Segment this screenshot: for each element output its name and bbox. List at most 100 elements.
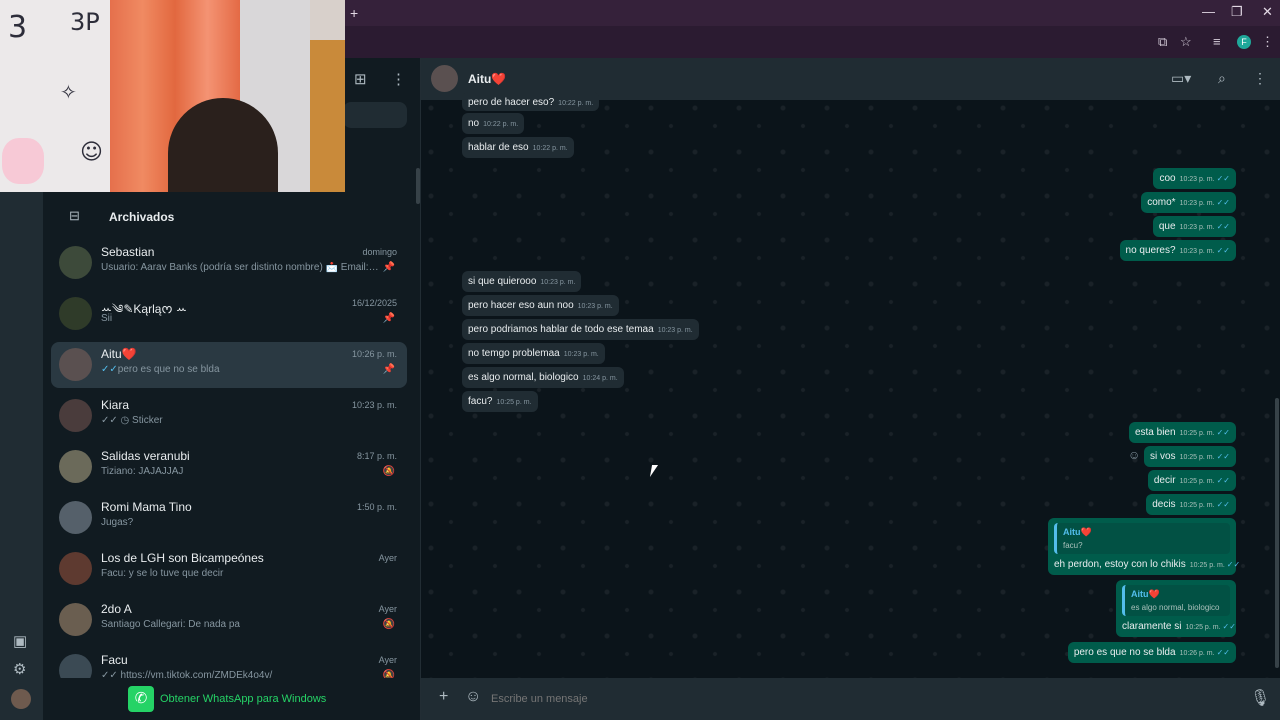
restore-button[interactable]: ❐	[1231, 4, 1243, 20]
message-text: no temgo problemaa	[468, 348, 560, 359]
chat-item-salidas-veranubi[interactable]: Salidas veranubi 8:17 p. m. Tiziano: JAJ…	[51, 444, 407, 490]
message-input[interactable]	[489, 688, 1233, 710]
pin-icon: 📌	[382, 364, 395, 375]
reaction-emoji-icon[interactable]: ☺	[1128, 448, 1140, 462]
get-app-label[interactable]: Obtener WhatsApp para Windows	[160, 693, 326, 705]
message-outgoing[interactable]: no queres? 10:23 p. m. ✓✓	[1119, 240, 1236, 261]
browser-menu-icon[interactable]: ⋮	[1261, 34, 1274, 50]
webcam-doodle: ✧	[60, 80, 77, 104]
contact-name[interactable]: Aitu❤️	[468, 72, 506, 86]
close-button[interactable]: ✕	[1262, 4, 1273, 20]
message-time: 10:25 p. m.	[1179, 478, 1215, 485]
message-outgoing-reply[interactable]: Aitu❤️ facu? eh perdon, estoy con lo chik…	[1048, 518, 1240, 575]
profile-avatar[interactable]: F	[1237, 35, 1251, 49]
message-outgoing-reply[interactable]: Aitu❤️ es algo normal, biologico claramen…	[1116, 580, 1236, 637]
avatar	[59, 450, 92, 483]
read-ticks-icon: ✓✓	[1216, 500, 1230, 509]
read-ticks-icon: ✓✓	[1216, 222, 1230, 231]
menu-icon[interactable]: ⋮	[1253, 70, 1267, 87]
quoted-message[interactable]: Aitu❤️ es algo normal, biologico	[1122, 585, 1230, 616]
attach-icon[interactable]: +	[439, 688, 448, 706]
chat-name: Kiara	[101, 398, 130, 412]
chat-time: 16/12/2025	[351, 298, 397, 308]
message-incoming[interactable]: pero hacer eso aun noo 10:23 p. m.	[462, 295, 619, 316]
read-ticks-icon: ✓✓	[1216, 648, 1230, 657]
new-chat-icon[interactable]: ⊞	[354, 70, 367, 88]
chat-item-romi-mama-tino[interactable]: Romi Mama Tino 1:50 p. m. Jugas?	[51, 495, 407, 541]
media-control-icon[interactable]: ≡	[1213, 34, 1221, 49]
message-time: 10:23 p. m.	[1179, 248, 1215, 255]
message-outgoing[interactable]: coo 10:23 p. m. ✓✓	[1153, 168, 1236, 189]
message-time: 10:23 p. m.	[540, 279, 576, 286]
sticker-icon[interactable]: ☺	[465, 688, 481, 706]
mute-icon: 🔕	[382, 466, 395, 477]
message-incoming[interactable]: hablar de eso 10:22 p. m.	[462, 137, 574, 158]
message-time: 10:25 p. m.	[1179, 454, 1215, 461]
chat-item-karla[interactable]: ꕀ༄✎Kąrląᰔ ꕀ 16/12/2025 Sii 📌	[51, 291, 407, 337]
chat-preview: ✓✓ ◷ Sticker	[101, 415, 163, 426]
archived-row[interactable]: ⊟ Archivados	[51, 204, 411, 230]
gallery-icon[interactable]: ▣	[13, 632, 27, 650]
mic-icon[interactable]: 🎙	[1250, 688, 1270, 708]
read-ticks-icon: ✓✓	[1222, 622, 1236, 631]
message-outgoing[interactable]: decis 10:25 p. m. ✓✓	[1146, 494, 1236, 515]
message-text: no queres?	[1125, 245, 1176, 256]
chat-item-aitu[interactable]: Aitu❤️ 10:26 p. m. ✓✓pero es que no se b…	[51, 342, 407, 388]
message-outgoing[interactable]: si vos 10:25 p. m. ✓✓	[1144, 446, 1236, 467]
message-text: decis	[1152, 499, 1176, 510]
chat-preview-text: pero es que no se blda	[117, 364, 220, 375]
message-outgoing[interactable]: esta bien 10:25 p. m. ✓✓	[1128, 422, 1236, 443]
minimize-button[interactable]: —	[1202, 4, 1215, 19]
message-incoming[interactable]: no 10:22 p. m.	[462, 113, 525, 134]
read-ticks-icon: ✓✓	[1216, 476, 1230, 485]
chat-name: Sebastian	[101, 245, 155, 259]
message-incoming[interactable]: pero de hacer eso? 10:22 p. m.	[462, 92, 600, 111]
message-incoming[interactable]: es algo normal, biologico 10:24 p. m.	[462, 367, 624, 388]
search-icon[interactable]: ⌕	[1218, 70, 1226, 87]
new-tab-button[interactable]: +	[350, 5, 358, 21]
message-time: 10:23 p. m.	[657, 327, 693, 334]
message-outgoing[interactable]: decir 10:25 p. m. ✓✓	[1147, 470, 1236, 491]
settings-icon[interactable]: ⚙	[13, 660, 26, 678]
browser-toolbar: ⧉ ☆ ≡ ⋮	[345, 26, 1280, 58]
chat-name: Romi Mama Tino	[101, 500, 192, 514]
message-outgoing[interactable]: que 10:23 p. m. ✓✓	[1152, 216, 1236, 237]
message-outgoing[interactable]: pero es que no se blda 10:26 p. m. ✓✓	[1067, 642, 1236, 663]
chat-item-kiara[interactable]: Kiara 10:23 p. m. ✓✓ ◷ Sticker	[51, 393, 407, 439]
bookmark-star-icon[interactable]: ☆	[1180, 34, 1192, 50]
contact-avatar[interactable]	[431, 65, 458, 92]
install-app-icon[interactable]: ⧉	[1158, 34, 1167, 50]
chat-time: 10:23 p. m.	[351, 400, 397, 410]
menu-icon[interactable]: ⋮	[391, 70, 406, 88]
message-incoming[interactable]: pero podriamos hablar de todo ese temaa 1…	[462, 319, 699, 340]
message-text: si que quierooo	[468, 276, 537, 287]
webcam-doodle: 3	[8, 10, 28, 45]
message-text: esta bien	[1134, 427, 1176, 438]
scrollbar[interactable]	[416, 168, 420, 204]
video-call-icon[interactable]: ▭▾	[1171, 70, 1191, 87]
quoted-text: facu?	[1063, 541, 1083, 550]
read-ticks-icon: ✓✓	[101, 364, 118, 375]
avatar	[59, 246, 92, 279]
chat-preview: Sii	[101, 313, 113, 324]
chat-time: Ayer	[378, 604, 397, 614]
my-avatar[interactable]	[11, 689, 31, 709]
message-outgoing[interactable]: como* 10:23 p. m. ✓✓	[1141, 192, 1236, 213]
chat-item-lgh[interactable]: Los de LGH son Bicampeónes Ayer Facu: y …	[51, 546, 407, 592]
quoted-message[interactable]: Aitu❤️ facu?	[1054, 523, 1230, 554]
search-input[interactable]	[343, 102, 407, 128]
conversation-scrollbar[interactable]	[1275, 398, 1279, 668]
message-incoming[interactable]: no temgo problemaa 10:23 p. m.	[462, 343, 605, 364]
message-incoming[interactable]: si que quierooo 10:23 p. m.	[462, 271, 582, 292]
message-text: eh perdon, estoy con lo chikis	[1054, 559, 1186, 570]
avatar	[59, 501, 92, 534]
chat-item-facu[interactable]: Facu Ayer ✓✓ https://vm.tiktok.com/ZMDEk…	[51, 648, 407, 678]
message-incoming[interactable]: facu? 10:25 p. m.	[462, 391, 538, 412]
chat-name: Facu	[101, 653, 128, 667]
chat-item-sebastian[interactable]: Sebastian domingo Usuario: Aarav Banks (…	[51, 240, 407, 286]
conversation-pane: Aitu❤️ ▭▾ ⌕ ⋮ pero de hacer eso? 10:22 p.…	[421, 58, 1280, 720]
chat-name: Aitu❤️	[101, 347, 137, 361]
chat-name: Salidas veranubi	[101, 449, 190, 463]
quoted-name: Aitu❤️	[1063, 527, 1092, 537]
chat-item-2do-a[interactable]: 2do A Ayer Santiago Callegari: De nada p…	[51, 597, 407, 643]
